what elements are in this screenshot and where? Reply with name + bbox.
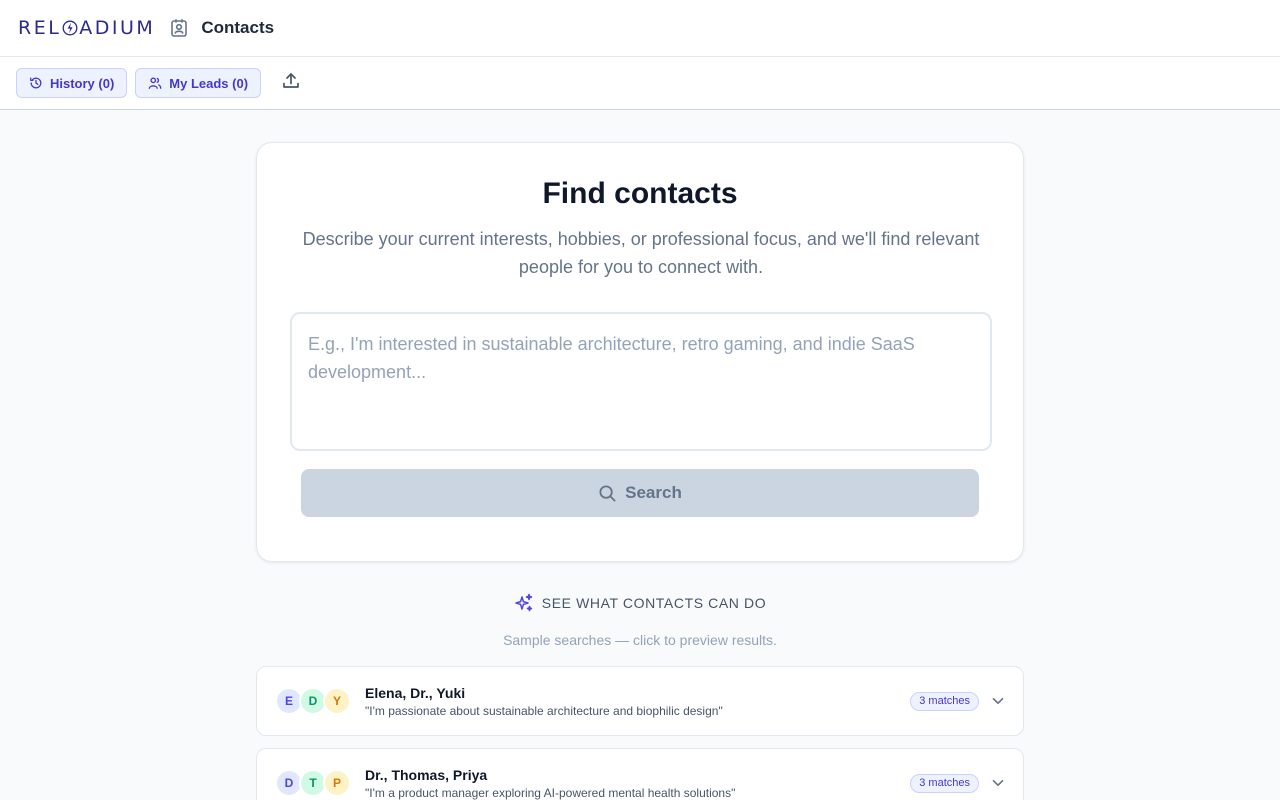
- find-contacts-card: Find contacts Describe your current inte…: [256, 142, 1024, 562]
- sample-quote: "I'm passionate about sustainable archit…: [365, 703, 723, 718]
- toolbar: History (0) My Leads (0): [0, 57, 1280, 110]
- avatar: P: [323, 769, 351, 797]
- samples-heading: SEE WHAT CONTACTS CAN DO: [0, 593, 1280, 613]
- history-label: History (0): [50, 75, 115, 91]
- bolt-o-icon: [62, 20, 78, 36]
- history-icon: [29, 76, 43, 90]
- chevron-down-icon[interactable]: [989, 774, 1007, 792]
- sample-search-card[interactable]: E D Y Elena, Dr., Yuki "I'm passionate a…: [256, 666, 1024, 736]
- sparkles-icon: [514, 593, 534, 613]
- export-button[interactable]: [277, 69, 305, 97]
- avatar: Y: [323, 687, 351, 715]
- contact-badge-icon: [169, 18, 189, 38]
- chevron-down-icon[interactable]: [989, 692, 1007, 710]
- avatar-group: E D Y: [275, 687, 355, 715]
- history-button[interactable]: History (0): [16, 68, 128, 98]
- sample-search-card[interactable]: D T P Dr., Thomas, Priya "I'm a product …: [256, 748, 1024, 800]
- search-label: Search: [625, 483, 682, 502]
- users-icon: [148, 76, 162, 90]
- matches-badge: 3 matches: [910, 691, 979, 711]
- interests-input[interactable]: [290, 312, 992, 451]
- sample-quote: "I'm a product manager exploring AI-powe…: [365, 785, 736, 800]
- my-leads-button[interactable]: My Leads (0): [135, 68, 262, 98]
- sample-names: Dr., Thomas, Priya: [365, 766, 488, 783]
- reloadium-logo[interactable]: REL ADIUM: [18, 17, 155, 39]
- top-header: REL ADIUM Contacts: [0, 0, 1280, 57]
- find-contacts-title: Find contacts: [542, 177, 738, 210]
- logo-text-right: ADIUM: [79, 17, 156, 39]
- logo-text-left: REL: [18, 17, 62, 39]
- sample-names: Elena, Dr., Yuki: [365, 684, 466, 701]
- sample-info: Elena, Dr., Yuki "I'm passionate about s…: [365, 685, 910, 718]
- samples-heading-text: SEE WHAT CONTACTS CAN DO: [541, 595, 767, 611]
- my-leads-label: My Leads (0): [169, 75, 249, 91]
- search-icon: [598, 484, 617, 503]
- avatar-group: D T P: [275, 769, 355, 797]
- page-title: Contacts: [201, 18, 275, 37]
- samples-note: Sample searches — click to preview resul…: [503, 632, 777, 648]
- sample-info: Dr., Thomas, Priya "I'm a product manage…: [365, 767, 910, 800]
- search-button[interactable]: Search: [301, 469, 979, 517]
- matches-badge: 3 matches: [910, 773, 979, 793]
- find-contacts-description: Describe your current interests, hobbies…: [302, 229, 980, 277]
- upload-icon: [281, 71, 301, 96]
